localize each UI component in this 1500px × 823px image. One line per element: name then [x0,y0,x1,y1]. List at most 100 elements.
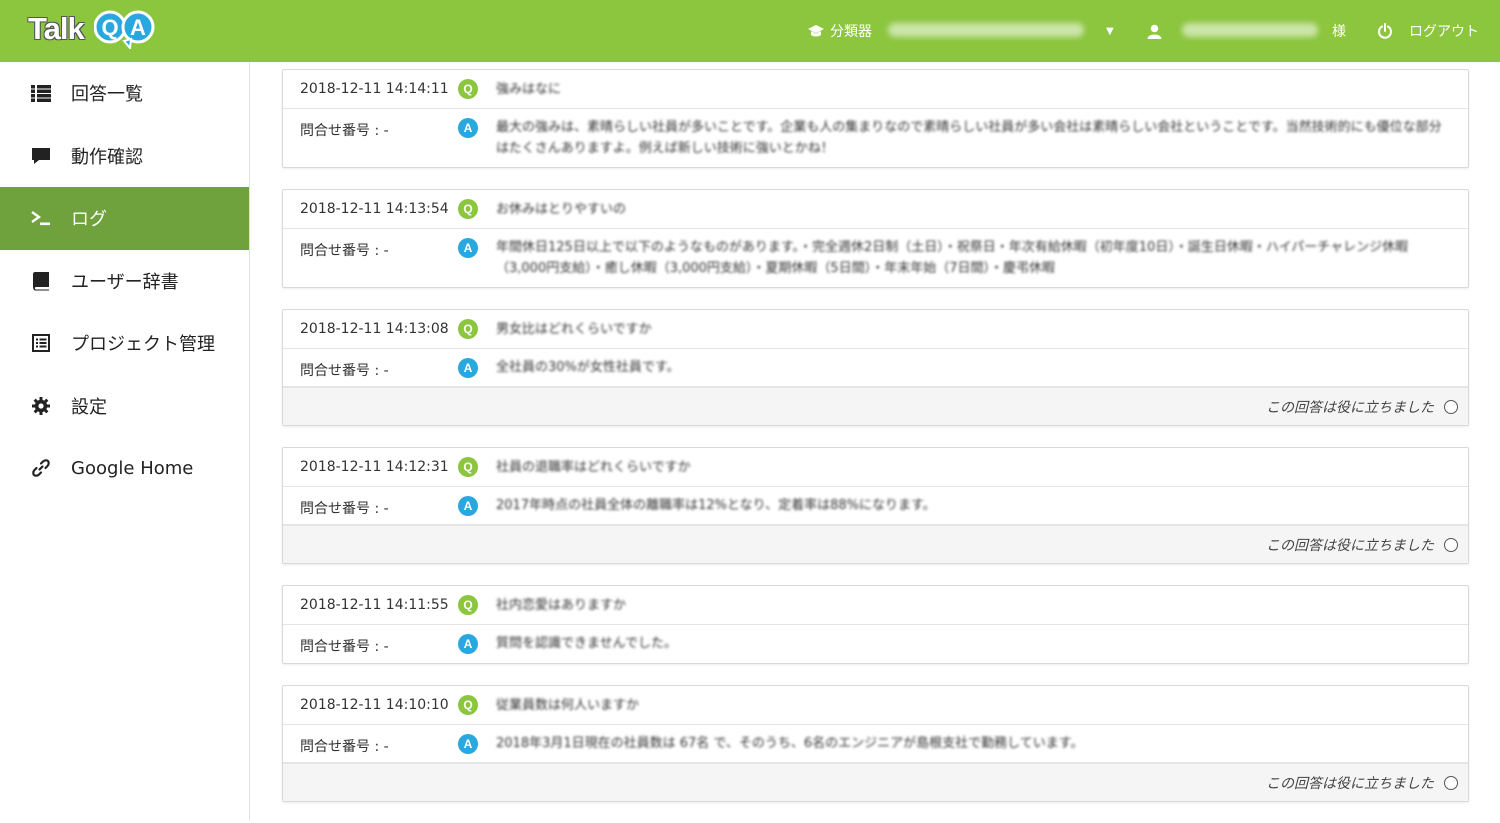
answer-badge-icon: A [458,496,478,516]
log-timestamp: 2018-12-11 14:14:11 [300,81,449,97]
gear-icon [30,395,52,417]
sidebar-item-label: ユーザー辞書 [71,271,179,293]
answer-row: 問合せ番号 : - A 年間休日125日以上で以下のようなものがあります。・完全… [283,229,1468,287]
power-icon [1378,23,1392,39]
answer-text: 年間休日125日以上で以下のようなものがあります。・完全週休2日制（土日）・祝祭… [496,240,1409,276]
answer-badge-icon: A [458,634,478,654]
inquiry-number: 問合せ番号 : - [300,123,389,139]
link-icon [30,457,52,479]
inquiry-number: 問合せ番号 : - [300,639,389,655]
answer-text: 2018年3月1日現在の社員数は 67名 で、そのうち、6名のエンジニアが島根支… [496,736,1084,751]
question-badge-icon: Q [458,79,478,99]
answer-row: 問合せ番号 : - A 2018年3月1日現在の社員数は 67名 で、そのうち、… [283,725,1468,763]
sidebar-item-label: 設定 [71,396,107,418]
list-alt-icon [30,332,52,354]
question-text: 強みはなに [496,81,562,97]
question-row: 2018-12-11 14:14:11 Q 強みはなに [283,70,1468,109]
logout-button[interactable]: ログアウト [1377,0,1479,62]
log-card: 2018-12-11 14:14:11 Q 強みはなに 問合せ番号 : - A … [282,69,1469,168]
user-name-blurred [1182,23,1318,37]
sidebar-item-label: 回答一覧 [71,84,143,106]
sidebar-item-label: 動作確認 [71,146,143,168]
log-timestamp: 2018-12-11 14:13:54 [300,201,449,217]
question-text: 従業員数は何人いますか [496,697,640,713]
sidebar: 回答一覧 動作確認 ログ ユーザー辞書 プロジェクト管理 設定 Google H… [0,62,250,821]
question-row: 2018-12-11 14:13:54 Q お休みはとりやすいの [283,190,1468,229]
sidebar-item-label: プロジェクト管理 [71,334,215,356]
question-badge-icon: Q [458,595,478,615]
answer-row: 問合せ番号 : - A 2017年時点の社員全体の離職率は12%となり、定着率は… [283,487,1468,525]
log-list: 2018-12-11 14:14:11 Q 強みはなに 問合せ番号 : - A … [282,69,1469,823]
question-text: お休みはとりやすいの [496,201,627,217]
log-card: 2018-12-11 14:13:08 Q 男女比はどれくらいですか 問合せ番号… [282,309,1469,426]
graduation-cap-icon [808,25,824,37]
question-badge-icon: Q [458,695,478,715]
answer-text: 2017年時点の社員全体の離職率は12%となり、定着率は88%になります。 [496,498,936,513]
answer-text: 最大の強みは、素晴らしい社員が多いことです。企業も人の集まりなので素晴らしい社員… [496,120,1442,156]
answer-row: 問合せ番号 : - A 全社員の30%が女性社員です。 [283,349,1468,387]
question-text: 社内恋愛はありますか [496,597,627,613]
sidebar-item-settings[interactable]: 設定 [0,375,249,438]
user-suffix: 様 [1332,24,1346,40]
helpful-radio[interactable] [1444,399,1458,414]
sidebar-item-dictionary[interactable]: ユーザー辞書 [0,250,249,313]
logo-text-talk: Talk [28,11,85,46]
question-badge-icon: Q [458,199,478,219]
inquiry-number: 問合せ番号 : - [300,501,389,517]
answer-badge-icon: A [458,734,478,754]
inquiry-number: 問合せ番号 : - [300,243,389,259]
user-icon[interactable] [1147,0,1168,62]
feedback-row: この回答は役に立ちました [283,387,1468,425]
question-row: 2018-12-11 14:10:10 Q 従業員数は何人いますか [283,686,1468,725]
answer-row: 問合せ番号 : - A 最大の強みは、素晴らしい社員が多いことです。企業も人の集… [283,109,1468,167]
sidebar-item-label: ログ [71,209,107,231]
helpful-radio[interactable] [1444,537,1458,552]
question-row: 2018-12-11 14:11:55 Q 社内恋愛はありますか [283,586,1468,625]
logo-qa-bubbles: Q A [94,10,155,49]
answer-text: 質問を認識できませんでした。 [496,636,677,651]
feedback-row: この回答は役に立ちました [283,763,1468,801]
answer-badge-icon: A [458,118,478,138]
sidebar-item-log[interactable]: ログ [0,187,249,250]
list-icon [30,82,52,104]
logo-q-letter: Q [101,15,118,40]
question-row: 2018-12-11 14:12:31 Q 社員の退職率はどれくらいですか [283,448,1468,487]
sidebar-item-projects[interactable]: プロジェクト管理 [0,312,249,375]
log-card: 2018-12-11 14:13:54 Q お休みはとりやすいの 問合せ番号 :… [282,189,1469,288]
question-badge-icon: Q [458,319,478,339]
logo-a-letter: A [130,15,146,40]
answer-text: 全社員の30%が女性社員です。 [496,360,680,375]
logout-label: ログアウト [1409,24,1479,40]
log-card: 2018-12-11 14:11:55 Q 社内恋愛はありますか 問合せ番号 :… [282,585,1469,664]
terminal-icon [30,207,52,229]
helpful-radio[interactable] [1444,775,1458,790]
feedback-label: この回答は役に立ちました [1266,399,1434,416]
feedback-label: この回答は役に立ちました [1266,537,1434,554]
question-text: 社員の退職率はどれくらいですか [496,459,691,475]
caret-down-icon[interactable]: ▼ [1106,0,1114,62]
inquiry-number: 問合せ番号 : - [300,363,389,379]
answer-row: 問合せ番号 : - A 質問を認識できませんでした。 [283,625,1468,663]
comment-icon [30,145,52,167]
sidebar-item-answers[interactable]: 回答一覧 [0,62,249,125]
feedback-label: この回答は役に立ちました [1266,775,1434,792]
log-card: 2018-12-11 14:10:10 Q 従業員数は何人いますか 問合せ番号 … [282,685,1469,802]
log-timestamp: 2018-12-11 14:10:10 [300,697,449,713]
inquiry-number: 問合せ番号 : - [300,739,389,755]
log-timestamp: 2018-12-11 14:12:31 [300,459,449,475]
talkqa-logo[interactable]: Talk Q A [28,9,168,51]
question-badge-icon: Q [458,457,478,477]
sidebar-item-label: Google Home [71,457,194,479]
answer-badge-icon: A [458,238,478,258]
question-text: 男女比はどれくらいですか [496,321,652,337]
feedback-row: この回答は役に立ちました [283,525,1468,563]
sidebar-item-test[interactable]: 動作確認 [0,125,249,188]
classifier-name-blurred [888,23,1084,37]
classifier-selector[interactable]: 分類器 [808,0,872,62]
question-row: 2018-12-11 14:13:08 Q 男女比はどれくらいですか [283,310,1468,349]
answer-badge-icon: A [458,358,478,378]
user-silhouette-icon [1147,24,1162,39]
top-header: Talk Q A 分類器 ▼ 様 ログアウト [0,0,1500,62]
sidebar-item-google-home[interactable]: Google Home [0,437,249,500]
log-timestamp: 2018-12-11 14:13:08 [300,321,449,337]
